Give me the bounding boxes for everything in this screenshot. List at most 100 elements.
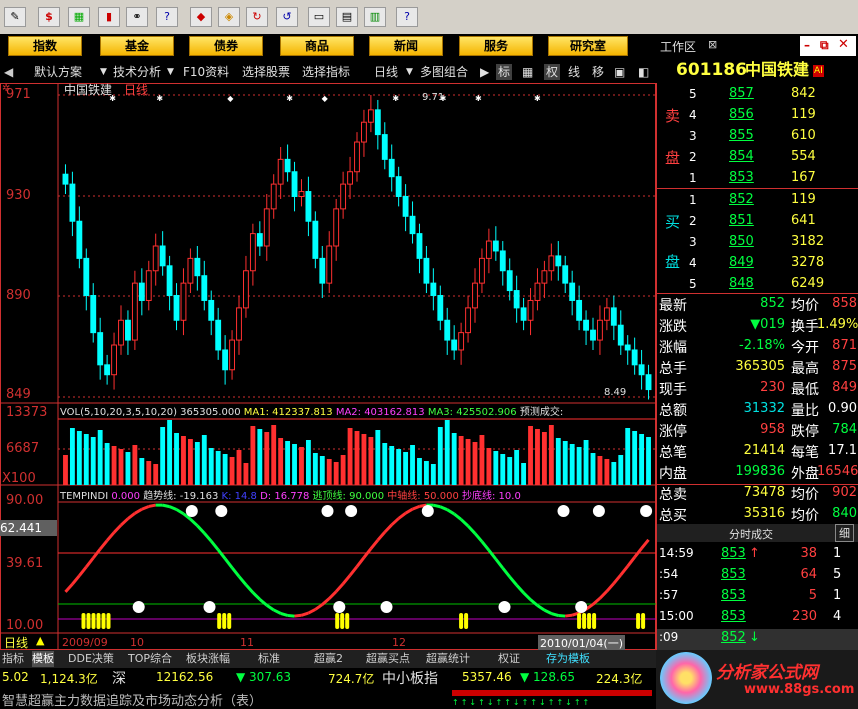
buy-price[interactable]: 849 [729, 255, 754, 270]
quote-value: 199836 [735, 464, 785, 479]
grid-icon[interactable]: ▤ [336, 7, 358, 27]
workspace-close-icon[interactable]: ⊠ [708, 38, 717, 51]
menu-research[interactable]: 研究室 [548, 36, 628, 56]
tab-default-scheme[interactable]: 默认方案 [34, 64, 82, 80]
tab-panel-icon[interactable]: ◧ [638, 64, 649, 80]
close-icon[interactable]: ✕ [838, 37, 849, 52]
sell-price[interactable]: 854 [729, 149, 754, 164]
restore-icon[interactable]: ⧉ [820, 38, 829, 53]
sync-icon[interactable]: ↻ [246, 7, 268, 27]
chevron-down-icon[interactable]: ▼ [167, 64, 174, 80]
chart-area[interactable]: ✱ ✱ ◆ ◆ ✱ ✱ ✱ ✱ ✱ ✲ 中国铁建 日线 971 930 890 849 9.71… [0, 83, 656, 651]
tab-f10[interactable]: F10资料 [183, 64, 229, 80]
tick-row[interactable]: :54 853 64 5 [657, 566, 858, 587]
indicator-segment [210, 540, 220, 551]
tick-row[interactable]: :57 853 5 1 [657, 587, 858, 608]
tab-move[interactable]: 移 [592, 64, 604, 80]
candle-body [291, 171, 298, 197]
menu-news[interactable]: 新闻 [369, 36, 443, 56]
buy-row[interactable]: 2 851 641 [657, 212, 858, 233]
help-cursor-icon[interactable]: ? [396, 7, 418, 27]
bottom-tab[interactable]: 超赢买点 [366, 651, 410, 667]
volume-bar [417, 458, 422, 485]
pencil-icon[interactable]: ✎ [4, 7, 26, 27]
buy-price[interactable]: 852 [729, 192, 754, 207]
ind-bottom: 抄底线: 10.0 [462, 491, 521, 502]
chevron-down-icon[interactable]: ▼ [406, 64, 413, 80]
sync2-icon[interactable]: ↺ [276, 7, 298, 27]
buy-price[interactable]: 850 [729, 234, 754, 249]
buy-row[interactable]: 1 852 119 [657, 191, 858, 212]
bottom-tab[interactable]: 存为模板 [546, 651, 590, 667]
tab-rights[interactable]: 权 [544, 64, 561, 80]
tick-row[interactable]: :09 852 ↓ [657, 629, 858, 650]
sell-row[interactable]: 1 853 167 [657, 169, 858, 190]
menu-service[interactable]: 服务 [459, 36, 533, 56]
tab-grid-icon[interactable]: ▦ [522, 64, 533, 80]
buy-row[interactable]: 4 849 3278 [657, 254, 858, 275]
period-bottom-label[interactable]: 日线 [4, 634, 28, 651]
chart-canvas[interactable]: ✱ ✱ ◆ ◆ ✱ ✱ ✱✱✱ [0, 83, 656, 650]
sell-row[interactable]: 5 857 842 [657, 85, 858, 106]
indicator-segment [141, 505, 150, 511]
volume-bar [264, 432, 270, 485]
tab-select-stock[interactable]: 选择股票 [242, 64, 290, 80]
tab-period[interactable]: 日线 [374, 64, 398, 80]
sell-row[interactable]: 3 855 610 [657, 127, 858, 148]
ind-mid: 中轴线: 50.000 [387, 491, 459, 502]
tab-mark[interactable]: 标 [496, 64, 513, 80]
bottom-tab[interactable]: 权证 [498, 651, 520, 667]
bottom-tab[interactable]: TOP综合 [128, 651, 172, 667]
binoculars-icon[interactable]: ⚭ [126, 7, 148, 27]
tab-right-arrow-icon[interactable]: ▶ [480, 64, 489, 80]
sell-price[interactable]: 857 [729, 86, 754, 101]
tick-row[interactable]: 15:00 853 230 4 [657, 608, 858, 629]
buy-price[interactable]: 851 [729, 213, 754, 228]
volume-bar [229, 457, 235, 485]
diamond2-icon[interactable]: ◈ [218, 7, 240, 27]
sell-row[interactable]: 4 856 119 [657, 106, 858, 127]
book-icon[interactable]: ▥ [364, 7, 386, 27]
tab-box-icon[interactable]: ▣ [614, 64, 625, 80]
diamond-icon[interactable]: ◆ [190, 7, 212, 27]
help-icon[interactable]: ? [156, 7, 178, 27]
news-ticker-text[interactable]: 智慧超赢主力数据追踪及市场动态分析（表） [2, 690, 262, 709]
menu-commodity[interactable]: 商品 [280, 36, 354, 56]
dollar-icon[interactable]: $ [38, 7, 60, 27]
window-icon[interactable]: ▭ [308, 7, 330, 27]
ticks-detail-button[interactable]: 细 [835, 524, 854, 542]
tab-multi-chart[interactable]: 多图组合 [420, 64, 468, 80]
bottom-tab[interactable]: 指标 [2, 651, 24, 667]
tick-row[interactable]: 14:59 853 ↑ 38 1 [657, 545, 858, 566]
chart-icon[interactable]: ▦ [68, 7, 90, 27]
bottom-tab[interactable]: 标准 [258, 651, 280, 667]
brand-area: 分析家公式网 www.88gs.com [656, 650, 858, 709]
buy-row[interactable]: 5 848 6249 [657, 275, 858, 296]
candle-body [118, 319, 124, 346]
minimize-icon[interactable]: – [804, 38, 810, 52]
bottom-tab[interactable]: 超赢统计 [426, 651, 470, 667]
sell-volume: 610 [791, 128, 816, 143]
chevron-down-icon[interactable]: ▼ [100, 64, 107, 80]
sell-price[interactable]: 853 [729, 170, 754, 185]
bottom-tab[interactable]: 超赢2 [314, 651, 343, 667]
menu-index[interactable]: 指数 [8, 36, 82, 56]
bottom-tab[interactable]: 模板 [32, 651, 54, 667]
candle-body [444, 319, 451, 341]
sell-price[interactable]: 856 [729, 107, 754, 122]
buy-row[interactable]: 3 850 3182 [657, 233, 858, 254]
menu-bond[interactable]: 债券 [189, 36, 263, 56]
sell-price[interactable]: 855 [729, 128, 754, 143]
sell-row[interactable]: 2 854 554 [657, 148, 858, 169]
bottom-tab[interactable]: 板块涨幅 [186, 651, 230, 667]
tab-left-arrow-icon[interactable]: ◀ [4, 64, 13, 80]
bar-icon[interactable]: ▮ [98, 7, 120, 27]
buy-price[interactable]: 848 [729, 276, 754, 291]
tab-technical[interactable]: 技术分析 [113, 64, 161, 80]
workspace-label[interactable]: 工作区 [660, 38, 696, 55]
bottom-tab[interactable]: DDE决策 [68, 651, 114, 667]
tab-select-indicator[interactable]: 选择指标 [302, 64, 350, 80]
news-ticker[interactable]: 智慧超赢主力数据追踪及市场动态分析（表） ↑↑↓↑↓↑↑↓↑↑↓↑↑↓↑↑ [0, 688, 656, 709]
menu-fund[interactable]: 基金 [100, 36, 174, 56]
tab-line[interactable]: 线 [568, 64, 580, 80]
